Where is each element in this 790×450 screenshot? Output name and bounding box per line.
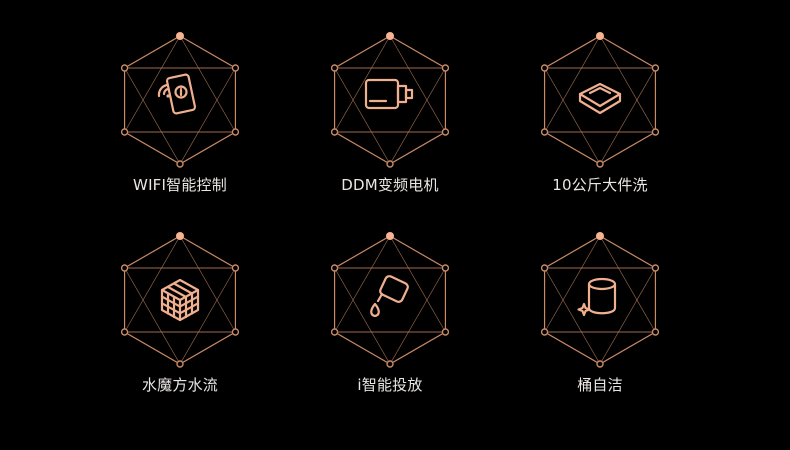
feature-ddm-motor: DDM变频电机 [310, 30, 470, 210]
hexagon-frame [540, 32, 660, 168]
vertex-dot [330, 128, 339, 136]
water-cube-icon [160, 278, 200, 322]
hexagon-outline [543, 235, 657, 365]
vertex-dot [231, 328, 240, 336]
vertex-dot [120, 328, 129, 336]
vertex-dot [120, 64, 129, 72]
hexagon-frame [330, 32, 450, 168]
feature-label: 10公斤大件洗 [552, 176, 648, 194]
star-triangle-up [543, 235, 657, 333]
feature-wifi-control: WIFI智能控制 [100, 30, 260, 210]
hexagon-frame [120, 32, 240, 168]
vertex-dot [651, 64, 660, 72]
detergent-dispense-icon [370, 275, 409, 318]
star-triangle-down [123, 67, 237, 165]
laundry-stack-icon [578, 82, 622, 115]
star-triangle-up [333, 235, 447, 333]
feature-smart-dispense: i智能投放 [310, 230, 470, 410]
vertex-dot [231, 128, 240, 136]
vertex-dot [540, 328, 549, 336]
feature-label: 桶自洁 [577, 376, 623, 394]
motor-icon [364, 78, 414, 110]
vertex-dot [231, 264, 240, 272]
vertex-dot [386, 160, 394, 168]
feature-label: DDM变频电机 [341, 176, 439, 194]
hexagon-frame [120, 232, 240, 368]
vertex-dot-top [596, 232, 604, 240]
hexagon-frame [330, 232, 450, 368]
vertex-dot [651, 264, 660, 272]
vertex-dot [596, 360, 604, 368]
feature-water-cube: 水魔方水流 [100, 230, 260, 410]
vertex-dot [540, 64, 549, 72]
vertex-dot-top [176, 232, 184, 240]
hexagon-outline [333, 35, 447, 165]
vertex-dot [651, 328, 660, 336]
star-triangle-down [543, 267, 657, 365]
vertex-dot-top [176, 32, 184, 40]
star-triangle-up [123, 35, 237, 133]
vertex-dot [651, 128, 660, 136]
vertex-dot [386, 360, 394, 368]
vertex-dot [441, 64, 450, 72]
vertex-dot [231, 64, 240, 72]
star-triangle-down [333, 267, 447, 365]
vertex-dot [120, 128, 129, 136]
feature-10kg-capacity: 10公斤大件洗 [520, 30, 680, 210]
hexagon-outline [123, 35, 237, 165]
vertex-dot [441, 264, 450, 272]
vertex-dot [596, 160, 604, 168]
hexagon-outline [333, 235, 447, 365]
drum-clean-icon [577, 277, 617, 317]
hexagon-outline [543, 35, 657, 165]
hexagon-frame [540, 232, 660, 368]
vertex-dot [540, 128, 549, 136]
vertex-dot [176, 360, 184, 368]
vertex-dot [441, 328, 450, 336]
vertex-dot [120, 264, 129, 272]
star-triangle-up [333, 35, 447, 133]
feature-label: 水魔方水流 [141, 376, 218, 394]
vertex-dot-top [596, 32, 604, 40]
star-triangle-down [333, 67, 447, 165]
vertex-dot [176, 160, 184, 168]
feature-label: i智能投放 [357, 376, 423, 394]
vertex-dot-top [386, 232, 394, 240]
vertex-dot [441, 128, 450, 136]
feature-label: WIFI智能控制 [133, 176, 227, 194]
vertex-dot [330, 328, 339, 336]
vertex-dot [540, 264, 549, 272]
smartphone-wifi-icon [157, 73, 197, 115]
vertex-dot [330, 264, 339, 272]
vertex-dot [330, 64, 339, 72]
vertex-dot-top [386, 32, 394, 40]
star-triangle-down [543, 67, 657, 165]
feature-drum-self-clean: 桶自洁 [520, 230, 680, 410]
